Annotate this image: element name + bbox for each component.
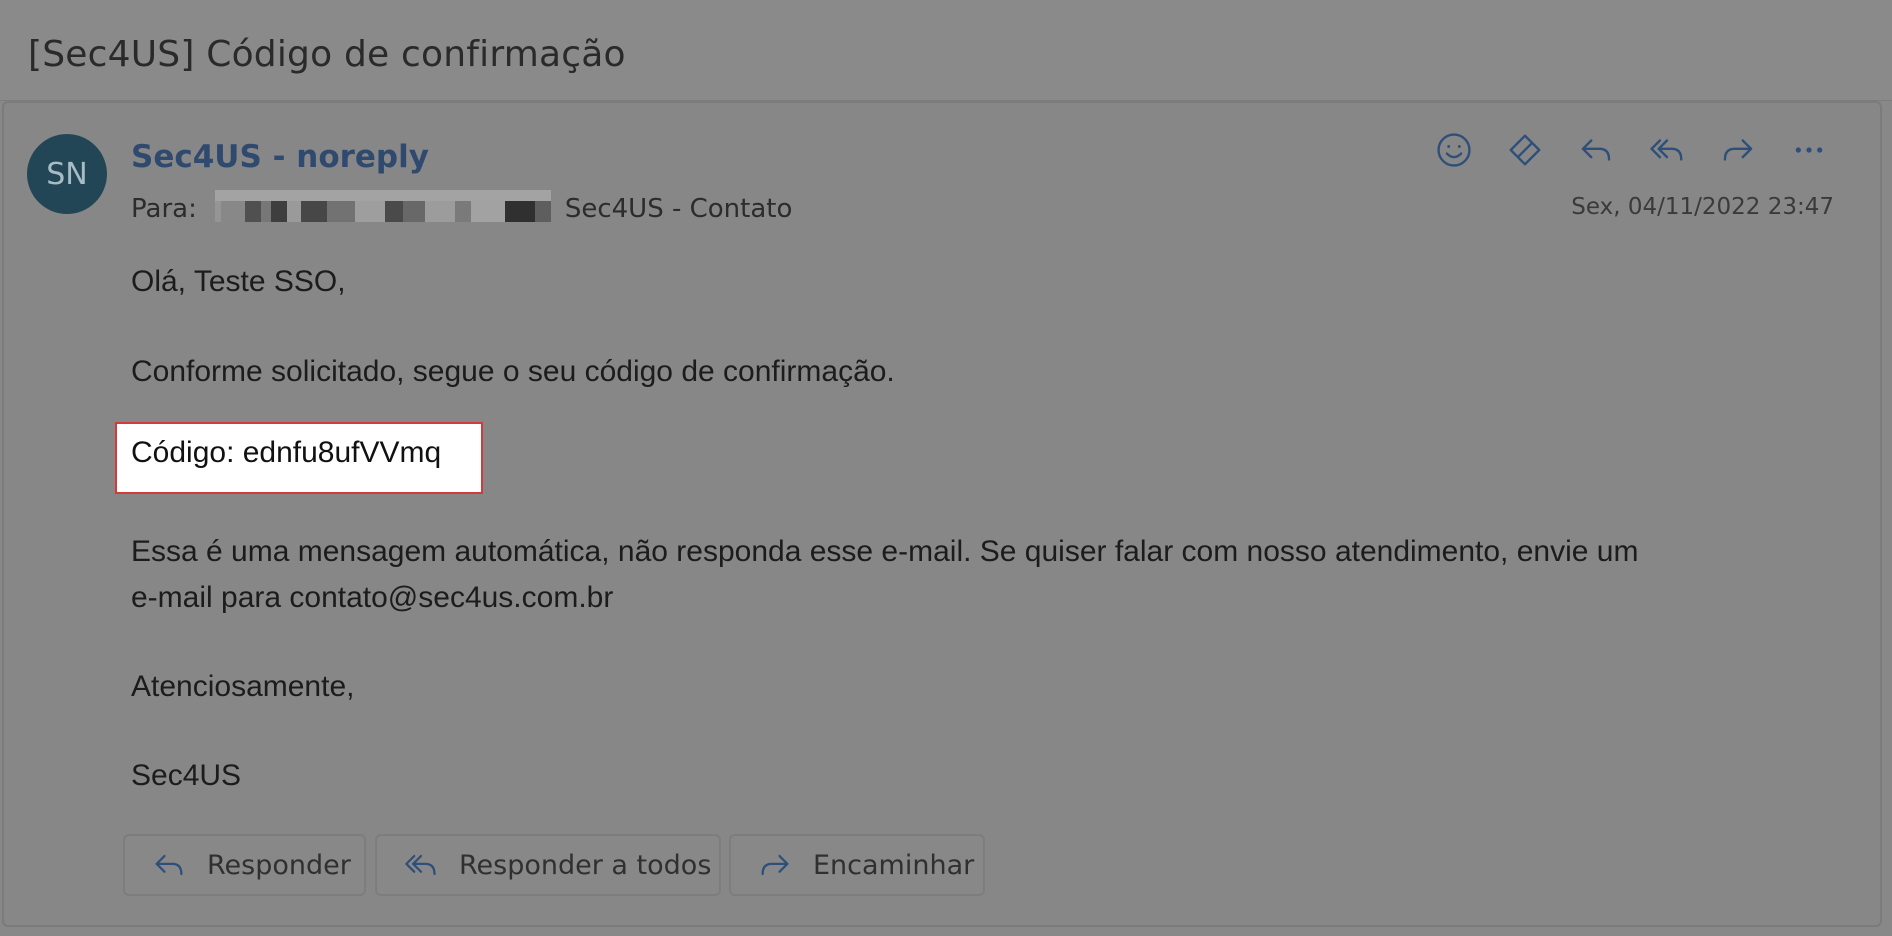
emoji-button[interactable]: [1432, 128, 1476, 172]
reply-icon: [155, 854, 183, 876]
body-intro: Conforme solicitado, segue o seu código …: [131, 355, 895, 388]
reply-all-icon: [1650, 139, 1683, 161]
to-label: Para:: [131, 194, 197, 224]
confirmation-code: Código: ednfu8ufVVmq: [131, 436, 442, 469]
reply-button[interactable]: Responder: [123, 834, 366, 896]
body-notice-line2: e-mail para contato@sec4us.com.br: [131, 581, 614, 614]
more-options-button[interactable]: [1787, 128, 1831, 172]
reply-icon: [1581, 139, 1611, 161]
reply-all-button[interactable]: Responder a todos: [375, 834, 721, 896]
redacted-recipient: [197, 189, 565, 229]
body-notice-line1: Essa é uma mensagem automática, não resp…: [131, 535, 1639, 568]
body-greeting: Olá, Teste SSO,: [131, 265, 346, 298]
forward-button[interactable]: Encaminhar: [729, 834, 985, 896]
forward-icon: [761, 854, 789, 876]
reply-all-icon: [405, 854, 436, 876]
email-subject: [Sec4US] Código de confirmação: [28, 34, 626, 75]
body-closing: Atenciosamente,: [131, 670, 355, 703]
to-recipient[interactable]: Sec4US - Contato: [565, 194, 793, 224]
forward-icon: [1723, 139, 1753, 161]
message-actions-toolbar: [1432, 128, 1858, 172]
loop-icon: [1509, 134, 1541, 166]
confirmation-code-highlight: Código: ednfu8ufVVmq: [115, 422, 483, 494]
recipients-line: Para: Sec4US - Contato: [131, 189, 793, 229]
reply-all-button-label: Responder a todos: [459, 849, 712, 881]
reply-all-icon-button[interactable]: [1645, 128, 1689, 172]
forward-icon-button[interactable]: [1716, 128, 1760, 172]
forward-button-label: Encaminhar: [813, 849, 975, 881]
sent-datetime: Sex, 04/11/2022 23:47: [1571, 194, 1834, 220]
more-icon: [1795, 147, 1823, 153]
reply-icon-button[interactable]: [1574, 128, 1618, 172]
body-signature: Sec4US: [131, 759, 242, 792]
sender-name-link[interactable]: Sec4US - noreply: [131, 139, 429, 175]
sender-avatar[interactable]: SN: [27, 134, 107, 214]
loop-button[interactable]: [1503, 128, 1547, 172]
reply-button-label: Responder: [207, 849, 351, 881]
emoji-icon: [1437, 133, 1471, 167]
subject-bar: [Sec4US] Código de confirmação: [0, 0, 1892, 101]
